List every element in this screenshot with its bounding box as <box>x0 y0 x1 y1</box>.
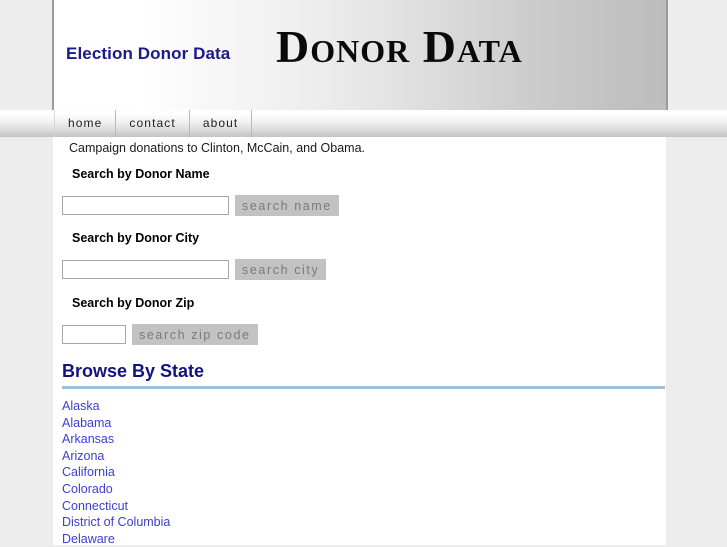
state-link[interactable]: Connecticut <box>62 498 128 515</box>
search-donor-name-row: search name <box>62 195 339 216</box>
search-zip-code-button[interactable]: search zip code <box>132 324 258 345</box>
browse-heading-divider <box>62 386 665 389</box>
site-header: Election Donor Data Donor Data <box>0 0 727 110</box>
label-search-donor-name: Search by Donor Name <box>72 167 210 181</box>
site-title: Election Donor Data <box>66 44 231 63</box>
state-link[interactable]: Alabama <box>62 415 111 432</box>
nav-item-about[interactable]: about <box>190 110 253 137</box>
state-link[interactable]: Arkansas <box>62 431 114 448</box>
header-gradient-panel: Election Donor Data Donor Data <box>52 0 668 110</box>
donor-name-input[interactable] <box>62 196 229 215</box>
search-name-button[interactable]: search name <box>235 195 339 216</box>
search-donor-city-row: search city <box>62 259 327 280</box>
state-link[interactable]: Colorado <box>62 481 113 498</box>
nav-item-home[interactable]: home <box>54 110 117 137</box>
state-link[interactable]: Alaska <box>62 398 100 415</box>
label-search-donor-city: Search by Donor City <box>72 231 200 245</box>
logo-wordmark: Donor Data <box>276 21 523 72</box>
main-content-panel: Campaign donations to Clinton, McCain, a… <box>53 137 666 547</box>
nav-item-list: home contact about <box>54 110 253 137</box>
state-link[interactable]: Arizona <box>62 448 104 465</box>
search-city-button[interactable]: search city <box>235 259 327 280</box>
intro-description: Campaign donations to Clinton, McCain, a… <box>69 141 365 155</box>
nav-item-contact[interactable]: contact <box>116 110 190 137</box>
state-link[interactable]: District of Columbia <box>62 514 170 531</box>
state-link-list: Alaska Alabama Arkansas Arizona Californ… <box>62 398 652 547</box>
browse-by-state-heading: Browse By State <box>62 361 205 381</box>
main-navigation-bar: home contact about <box>0 110 727 137</box>
search-donor-zip-row: search zip code <box>62 324 258 345</box>
donor-zip-input[interactable] <box>62 325 126 344</box>
donor-city-input[interactable] <box>62 260 229 279</box>
label-search-donor-zip: Search by Donor Zip <box>72 296 195 310</box>
state-link[interactable]: California <box>62 464 115 481</box>
